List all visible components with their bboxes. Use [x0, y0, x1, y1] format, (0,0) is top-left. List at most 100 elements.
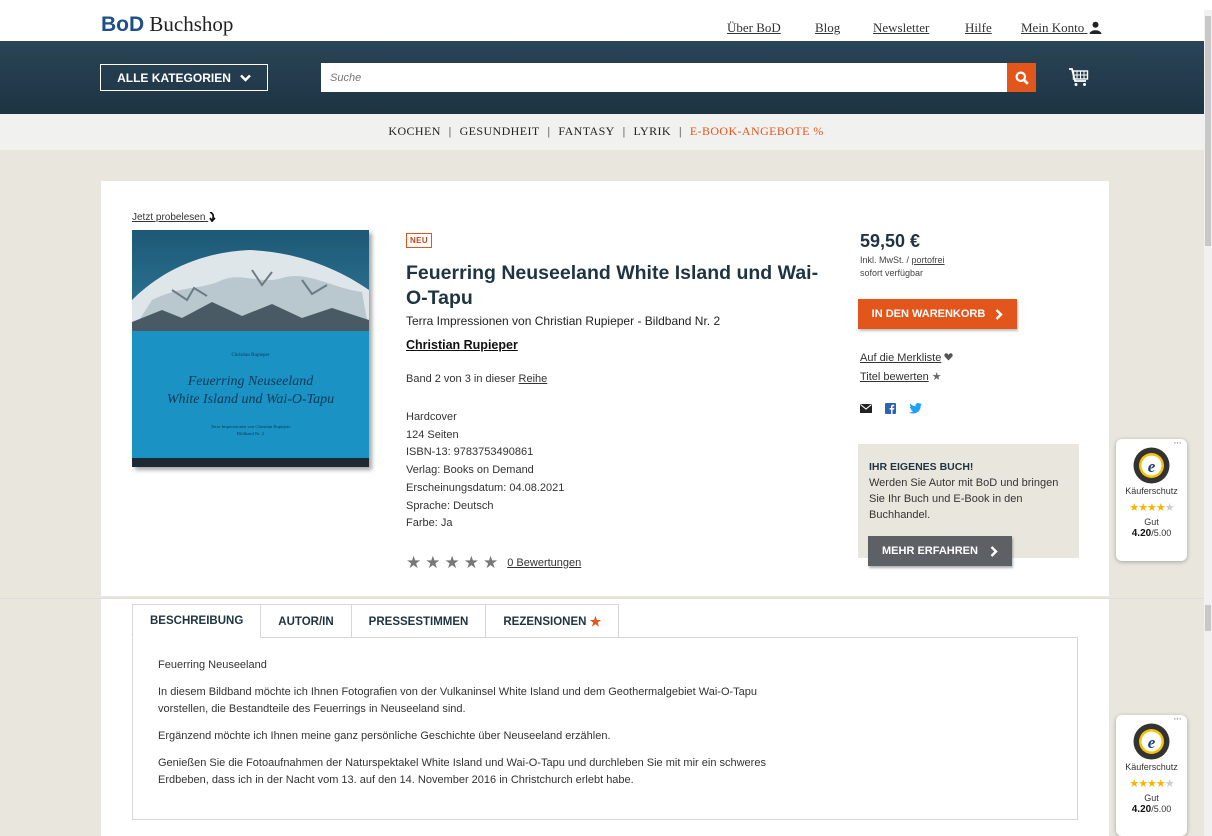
separator: | — [448, 124, 452, 138]
rate-title[interactable]: Titel bewerten ★ — [860, 370, 942, 383]
add-to-cart-label: IN DEN WARENKORB — [871, 308, 986, 320]
description-panel: Feuerring Neuseeland In diesem Bildband … — [132, 637, 1078, 820]
arrow-down-icon — [209, 211, 216, 223]
trusted-score: 4.20/5.00 — [1116, 804, 1187, 815]
search-icon — [1015, 71, 1029, 85]
tab-reviews-label: REZENSIONEN — [503, 615, 587, 628]
star-icon: ★ — [483, 553, 499, 572]
cover-subtitle-line2: Bildband Nr. 2 — [237, 431, 265, 436]
tab-author[interactable]: AUTOR/IN — [260, 604, 352, 638]
twitter-icon[interactable] — [909, 403, 922, 414]
link-hilfe[interactable]: Hilfe — [965, 20, 992, 36]
product-card: Jetzt probelesen Christian Rupieper Feue… — [101, 181, 1109, 596]
scrollbar-thumb[interactable] — [1205, 16, 1211, 246]
separator: | — [547, 124, 551, 138]
product-details: Hardcover 124 Seiten ISBN-13: 9783753490… — [406, 409, 564, 533]
all-categories-button[interactable]: ALLE KATEGORIEN — [100, 64, 268, 91]
tab-press[interactable]: PRESSESTIMMEN — [350, 604, 487, 638]
trusted-grade: Gut — [1144, 517, 1159, 527]
trusted-shops-widget[interactable]: ··· e Käuferschutz ★★★★★ Gut 4.20/5.00 — [1116, 437, 1187, 561]
wishlist-link[interactable]: Auf die Merkliste — [860, 352, 941, 364]
tab-description[interactable]: BESCHREIBUNG — [132, 604, 262, 638]
trusted-shops-widget[interactable]: ··· e Käuferschutz ★★★★★ Gut 4.20/5.00 — [1116, 713, 1187, 836]
all-categories-label: ALLE KATEGORIEN — [117, 70, 231, 85]
trusted-grade: Gut — [1144, 793, 1159, 803]
search-button[interactable] — [1007, 63, 1036, 92]
scrollbar-thumb-secondary[interactable] — [1205, 605, 1211, 631]
buyer-protection-label: Käuferschutz — [1125, 762, 1178, 772]
chevron-right-icon — [995, 308, 1004, 320]
category-link-kochen[interactable]: KOCHEN — [388, 124, 440, 138]
facebook-icon[interactable] — [885, 403, 896, 414]
detail-pages: 124 Seiten — [406, 428, 459, 441]
category-link-ebook-offers[interactable]: E-BOOK-ANGEBOTE % — [690, 124, 824, 138]
add-to-cart-button[interactable]: IN DEN WARENKORB — [858, 299, 1017, 329]
reviews-link[interactable]: 0 Bewertungen — [507, 557, 581, 569]
star-icon: ★ — [931, 371, 942, 383]
trusted-score-max: /5.00 — [1151, 528, 1172, 538]
cover-author: Christian Rupieper — [232, 353, 270, 358]
cover-image: Christian Rupieper Feuerring Neuseeland … — [132, 230, 369, 467]
trusted-score: 4.20/5.00 — [1116, 528, 1187, 539]
detail-color: Farbe: Ja — [406, 517, 453, 530]
read-sample-label: Jetzt probelesen — [132, 212, 206, 223]
heart-icon — [944, 353, 954, 361]
share-icons — [860, 403, 922, 414]
promo-heading: IHR EIGENES BUCH! — [869, 461, 974, 473]
rate-title-link[interactable]: Titel bewerten — [860, 371, 929, 383]
category-link-gesundheit[interactable]: GESUNDHEIT — [460, 124, 540, 138]
promo-text: Werden Sie Autor mit BoD und bringen Sie… — [869, 477, 1059, 521]
read-sample-link[interactable]: Jetzt probelesen — [132, 211, 217, 223]
trusted-score-max: /5.00 — [1151, 804, 1172, 814]
cart-icon[interactable] — [1067, 65, 1091, 89]
product-rating: ★ ★ ★ ★ ★ 0 Bewertungen — [406, 554, 581, 571]
author-link[interactable]: Christian Rupieper — [406, 338, 518, 352]
tab-reviews[interactable]: REZENSIONEN ★ — [485, 604, 620, 638]
user-icon — [1089, 21, 1102, 34]
top-links: Über BoD Blog Newsletter Hilfe Mein Kont… — [0, 20, 1212, 40]
description-paragraph: Ergänzend möchte ich Ihnen meine ganz pe… — [158, 730, 611, 742]
trusted-rating-stars: ★★★★★ — [1129, 502, 1174, 514]
separator: | — [622, 124, 626, 138]
detail-language: Sprache: Deutsch — [406, 499, 494, 512]
link-ueber-bod[interactable]: Über BoD — [727, 20, 781, 36]
category-link-fantasy[interactable]: FANTASY — [558, 124, 614, 138]
cover-subtitle-line1: Terra Impressionen von Christian Rupiepe… — [211, 424, 291, 429]
link-newsletter[interactable]: Newsletter — [873, 20, 929, 36]
price: 59,50 € — [860, 231, 921, 251]
chevron-right-icon — [990, 545, 998, 557]
star-icon: ★ — [425, 553, 441, 572]
series-info: Band 2 von 3 in dieser Reihe — [406, 373, 547, 385]
author-promo-box: IHR EIGENES BUCH! Werden Sie Autor mit B… — [858, 444, 1079, 566]
availability: sofort verfügbar — [860, 268, 924, 278]
series-text: Band 2 von 3 in dieser — [406, 373, 519, 385]
product-subtitle: Terra Impressionen von Christian Rupiepe… — [406, 314, 721, 328]
book-cover[interactable]: Christian Rupieper Feuerring Neuseeland … — [132, 230, 369, 467]
search-input[interactable] — [321, 63, 1007, 92]
series-link[interactable]: Reihe — [519, 373, 548, 385]
mein-konto-label: Mein Konto — [1021, 20, 1085, 35]
trusted-score-value: 4.20 — [1131, 528, 1152, 539]
trusted-score-value: 4.20 — [1131, 804, 1152, 815]
more-icon[interactable]: ··· — [1173, 713, 1182, 725]
category-link-lyrik[interactable]: LYRIK — [634, 124, 671, 138]
star-icon: ★ — [589, 613, 602, 629]
email-icon[interactable] — [860, 404, 872, 413]
shipping-link[interactable]: portofrei — [912, 255, 945, 265]
description-paragraph: In diesem Bildband möchte ich Ihnen Foto… — [158, 686, 758, 715]
top-bar: BoD Buchshop Über BoD Blog Newsletter Hi… — [0, 0, 1212, 41]
link-blog[interactable]: Blog — [815, 20, 840, 36]
learn-more-button[interactable]: MEHR ERFAHREN — [868, 536, 1012, 566]
svg-text:e: e — [1148, 457, 1156, 476]
link-mein-konto[interactable]: Mein Konto — [1021, 20, 1102, 36]
cover-title-line2: White Island und Wai-O-Tapu — [167, 392, 334, 407]
new-badge: NEU — [406, 233, 433, 248]
wishlist[interactable]: Auf die Merkliste — [860, 352, 954, 364]
nav-band: ALLE KATEGORIEN — [0, 41, 1212, 114]
trusted-rating-stars: ★★★★★ — [1129, 778, 1174, 790]
tabs-container: BESCHREIBUNG AUTOR/IN PRESSESTIMMEN REZE… — [101, 599, 1109, 836]
vat-text: Inkl. MwSt. / — [860, 255, 912, 265]
detail-binding: Hardcover — [406, 411, 457, 423]
tab-list: BESCHREIBUNG AUTOR/IN PRESSESTIMMEN REZE… — [132, 604, 620, 638]
more-icon[interactable]: ··· — [1173, 437, 1182, 449]
